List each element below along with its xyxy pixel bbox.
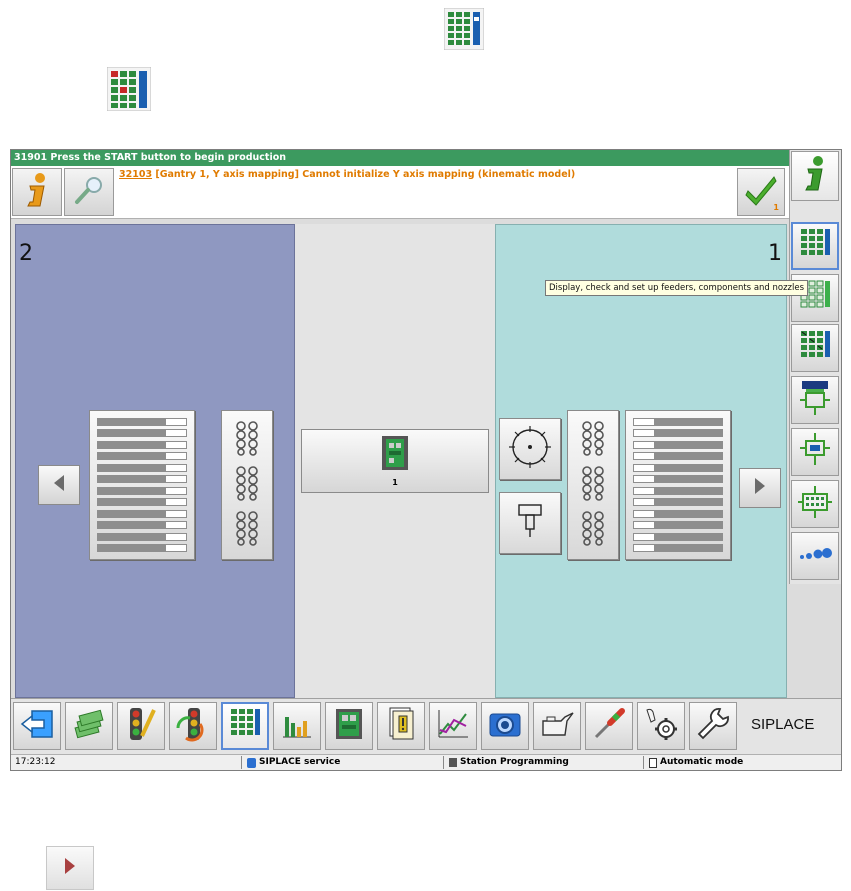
status-message-bar: 31901 Press the START button to begin pr… [11,150,789,166]
nozzles-icon [234,465,260,505]
acknowledge-button[interactable]: 1 [737,168,785,216]
previous-station-button[interactable] [38,465,80,505]
dots-icon [798,544,832,568]
fiducials-button[interactable] [791,532,839,580]
back-icon [20,709,54,743]
mode-icon [649,757,657,768]
brand-label: SIPLACE [751,716,815,733]
mode-status[interactable]: Automatic mode [649,755,837,770]
bottom-toolbar: SIPLACE [11,698,841,754]
pcb-grid-icon [798,485,832,523]
placement-icon [798,379,832,421]
station-number: 2 [19,241,33,266]
maintenance-button[interactable] [533,702,581,750]
setup-toolbar-button[interactable] [221,702,269,750]
nozzle-changer-2[interactable] [221,410,273,560]
pcb-transport-icon [382,435,408,474]
statistics-button[interactable] [273,702,321,750]
nozzle-head-button[interactable] [499,492,561,554]
station-label: Station Programming [460,757,569,767]
clock: 17:23:12 [15,757,56,767]
oil-can-icon [539,709,575,743]
user-label: SIPLACE service [259,757,341,767]
nozzle-changer-1[interactable] [567,410,619,560]
nozzles-icon [580,465,606,505]
settings-button[interactable] [637,702,685,750]
camera-icon [488,708,522,744]
nozzles-icon [580,420,606,460]
setup-grid-icon [229,707,261,745]
mode-label: Automatic mode [660,757,744,767]
charts-button[interactable] [429,702,477,750]
user-icon [247,757,256,768]
tools-button[interactable] [585,702,633,750]
exit-button[interactable] [13,702,61,750]
refresh-icon [176,706,210,746]
info-icon [22,172,52,212]
reports-button[interactable] [377,702,425,750]
feeder-table-1[interactable] [625,410,731,560]
pcb-button[interactable] [325,702,373,750]
wrench-icon [696,707,730,745]
status-button[interactable] [117,702,165,750]
message-search-button[interactable] [64,168,114,216]
pipette-icon [515,501,545,545]
nozzles-icon [234,510,260,550]
board-icon [798,431,832,473]
chevron-right-icon [753,477,767,499]
traffic-light-icon [124,706,158,746]
chevron-left-icon [52,474,66,496]
setup-button[interactable] [791,222,839,270]
siplace-window: 31901 Press the START button to begin pr… [10,149,842,771]
message-area: 32103 [Gantry 1, Y axis mapping] Cannot … [11,166,789,219]
report-icon [386,706,416,746]
nozzle-grid-icon [799,329,831,367]
pcb-layout-button[interactable] [791,480,839,528]
setup-tooltip: Display, check and set up feeders, compo… [545,280,809,296]
money-icon [72,709,106,743]
magnifier-icon [73,174,105,210]
placement-button[interactable] [791,376,839,424]
station-status[interactable]: Station Programming [449,755,639,770]
error-message: 32103 [Gantry 1, Y axis mapping] Cannot … [119,169,575,180]
next-arrow-button[interactable] [46,846,94,890]
setup-grid-icon [106,66,152,112]
next-station-button[interactable] [739,468,781,508]
placement-head-button[interactable] [499,418,561,480]
station-number: 1 [768,241,782,266]
feeder-table-2[interactable] [89,410,195,560]
info-icon [801,155,829,197]
nozzles-icon [234,420,260,460]
error-code-link[interactable]: 32103 [119,169,152,180]
user-status[interactable]: SIPLACE service [247,755,437,770]
info-button[interactable] [12,168,62,216]
screwdriver-icon [592,707,626,745]
revolver-head-icon [507,424,553,474]
hand-gear-icon [643,706,679,746]
board-transport-button[interactable]: 1 [301,429,489,493]
chevron-right-icon [63,857,77,879]
setup-grid-icon [441,6,487,52]
setup-grid-icon [799,227,831,265]
bar-chart-icon [280,707,314,745]
vision-button[interactable] [481,702,529,750]
costs-button[interactable] [65,702,113,750]
main-info-button[interactable] [791,151,839,201]
board-button[interactable] [791,428,839,476]
nozzles-button[interactable] [791,324,839,372]
error-text: [Gantry 1, Y axis mapping] Cannot initia… [152,169,576,180]
board-count: 1 [392,477,398,487]
graph-icon [436,708,470,744]
pcb-icon [334,707,364,745]
station-icon [449,758,457,767]
service-button[interactable] [689,702,737,750]
refresh-status-button[interactable] [169,702,217,750]
nozzles-icon [580,510,606,550]
ack-count: 1 [773,203,779,212]
right-toolbar [789,150,841,584]
status-bar: 17:23:12 SIPLACE service Station Program… [11,754,841,770]
